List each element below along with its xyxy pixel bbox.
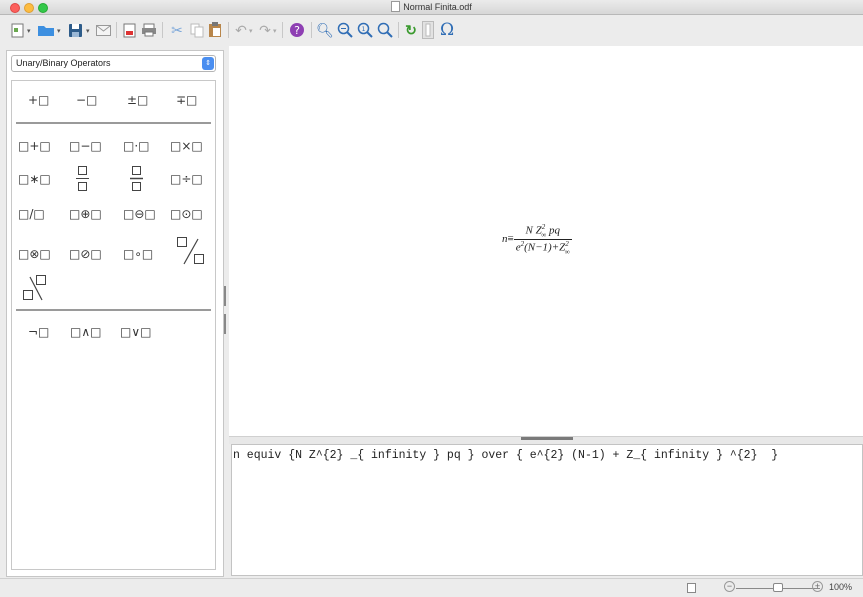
formula-numerator: N Z2∞ pq	[525, 223, 560, 239]
element-fraction[interactable]	[76, 166, 90, 197]
element-plus-minus[interactable]: ±□	[127, 93, 148, 107]
open-folder-icon[interactable]	[36, 20, 56, 40]
element-dot-multiplication[interactable]: □·□	[123, 139, 150, 153]
export-pdf-icon[interactable]	[120, 20, 138, 40]
zoom-100-icon[interactable]: 1	[356, 20, 374, 40]
element-cross-multiplication[interactable]: □×□	[170, 139, 203, 153]
formula-command-text[interactable]: n equiv {N Z^{2} _{ infinity } pq } over…	[233, 449, 778, 462]
section-divider	[16, 309, 211, 311]
element-diagonal-fraction[interactable]	[176, 236, 206, 271]
element-wide-fraction[interactable]	[130, 166, 144, 197]
element-ring-composition[interactable]: □∘□	[123, 247, 153, 261]
element-boolean-or[interactable]: □∨□	[120, 325, 151, 339]
element-division[interactable]: □÷□	[170, 172, 203, 186]
element-addition[interactable]: □+□	[18, 139, 51, 153]
undo-dropdown-arrow[interactable]: ▾	[249, 27, 253, 35]
toolbar-separator	[282, 22, 283, 38]
new-icon[interactable]	[8, 20, 26, 40]
cut-icon[interactable]: ✂	[168, 20, 186, 40]
element-asterisk-multiplication[interactable]: □∗□	[18, 172, 51, 186]
toolbar-separator	[311, 22, 312, 38]
element-wide-backslash[interactable]	[22, 274, 52, 309]
element-slash[interactable]: □/□	[18, 207, 45, 221]
update-icon[interactable]: ↻	[402, 20, 420, 40]
zoom-in-icon[interactable]: 🔍︎	[316, 20, 334, 40]
undo-icon[interactable]: ↶	[232, 20, 250, 40]
element-category-value: Unary/Binary Operators	[16, 58, 111, 68]
element-boolean-not[interactable]: ¬□	[28, 325, 49, 339]
element-circled-minus[interactable]: □⊖□	[123, 207, 156, 221]
section-divider	[16, 122, 211, 124]
document-icon	[391, 1, 401, 12]
open-dropdown-arrow[interactable]: ▾	[57, 27, 61, 35]
help-icon[interactable]: ?	[288, 20, 306, 40]
element-circled-dot[interactable]: □⊙□	[170, 207, 203, 221]
toolbar-separator	[398, 22, 399, 38]
zoom-level[interactable]: 100%	[829, 582, 852, 592]
element-circled-slash[interactable]: □⊘□	[69, 247, 102, 261]
element-circled-times[interactable]: □⊗□	[18, 247, 51, 261]
element-circled-plus[interactable]: □⊕□	[69, 207, 102, 221]
title-bar: Normal Finita.odf	[0, 0, 863, 15]
element-unary-minus[interactable]: −□	[76, 93, 97, 107]
standard-toolbar: ▾ ▾ ▾ ✂ ↶ ▾ ↷ ▾ ? 🔍︎ 1 ↻ Ω	[0, 15, 863, 45]
email-icon[interactable]	[94, 20, 112, 40]
rendered-formula: n≡ N Z2∞ pq e2(N−1)+Z2∞	[502, 223, 572, 256]
save-icon[interactable]	[66, 20, 84, 40]
redo-icon[interactable]: ↷	[256, 20, 274, 40]
formula-fraction: N Z2∞ pq e2(N−1)+Z2∞	[513, 223, 572, 256]
zoom-out-icon[interactable]	[336, 20, 354, 40]
document-modified-icon	[687, 583, 696, 595]
copy-icon[interactable]	[188, 20, 206, 40]
toolbar-separator	[116, 22, 117, 38]
formula-cursor-icon[interactable]	[420, 20, 436, 40]
sidebar-splitter[interactable]	[224, 286, 226, 336]
window-title: Normal Finita.odf	[0, 1, 863, 12]
zoom-fit-icon[interactable]	[376, 20, 394, 40]
redo-dropdown-arrow[interactable]: ▾	[273, 27, 277, 35]
paste-icon[interactable]	[206, 20, 224, 40]
symbols-icon[interactable]: Ω	[438, 20, 456, 40]
svg-text:1: 1	[362, 26, 366, 33]
element-boolean-and[interactable]: □∧□	[70, 325, 101, 339]
chevron-updown-icon: ⇕	[202, 57, 214, 70]
editor-splitter[interactable]	[229, 436, 863, 444]
formula-command-editor[interactable]: n equiv {N Z^{2} _{ infinity } pq } over…	[231, 444, 863, 576]
zoom-slider-knob[interactable]	[773, 583, 783, 592]
splitter-grip[interactable]	[521, 437, 573, 440]
print-icon[interactable]	[140, 20, 158, 40]
toolbar-separator	[228, 22, 229, 38]
zoom-in-button[interactable]: +	[812, 581, 823, 592]
element-category-select[interactable]: Unary/Binary Operators ⇕	[11, 55, 216, 72]
toolbar-separator	[162, 22, 163, 38]
elements-grid: +□ −□ ±□ ∓□ □+□ □−□ □·□ □×□ □∗□ □÷□ □/□ …	[11, 80, 216, 570]
element-unary-plus[interactable]: +□	[28, 93, 49, 107]
status-bar: − + 100%	[0, 578, 863, 597]
new-dropdown-arrow[interactable]: ▾	[27, 27, 31, 35]
element-minus-plus[interactable]: ∓□	[176, 93, 197, 107]
svg-text:?: ?	[294, 24, 300, 37]
formula-denominator: e2(N−1)+Z2∞	[513, 238, 572, 256]
save-dropdown-arrow[interactable]: ▾	[86, 27, 90, 35]
zoom-out-button[interactable]: −	[724, 581, 735, 592]
element-subtraction[interactable]: □−□	[69, 139, 102, 153]
window-title-text: Normal Finita.odf	[403, 2, 472, 12]
